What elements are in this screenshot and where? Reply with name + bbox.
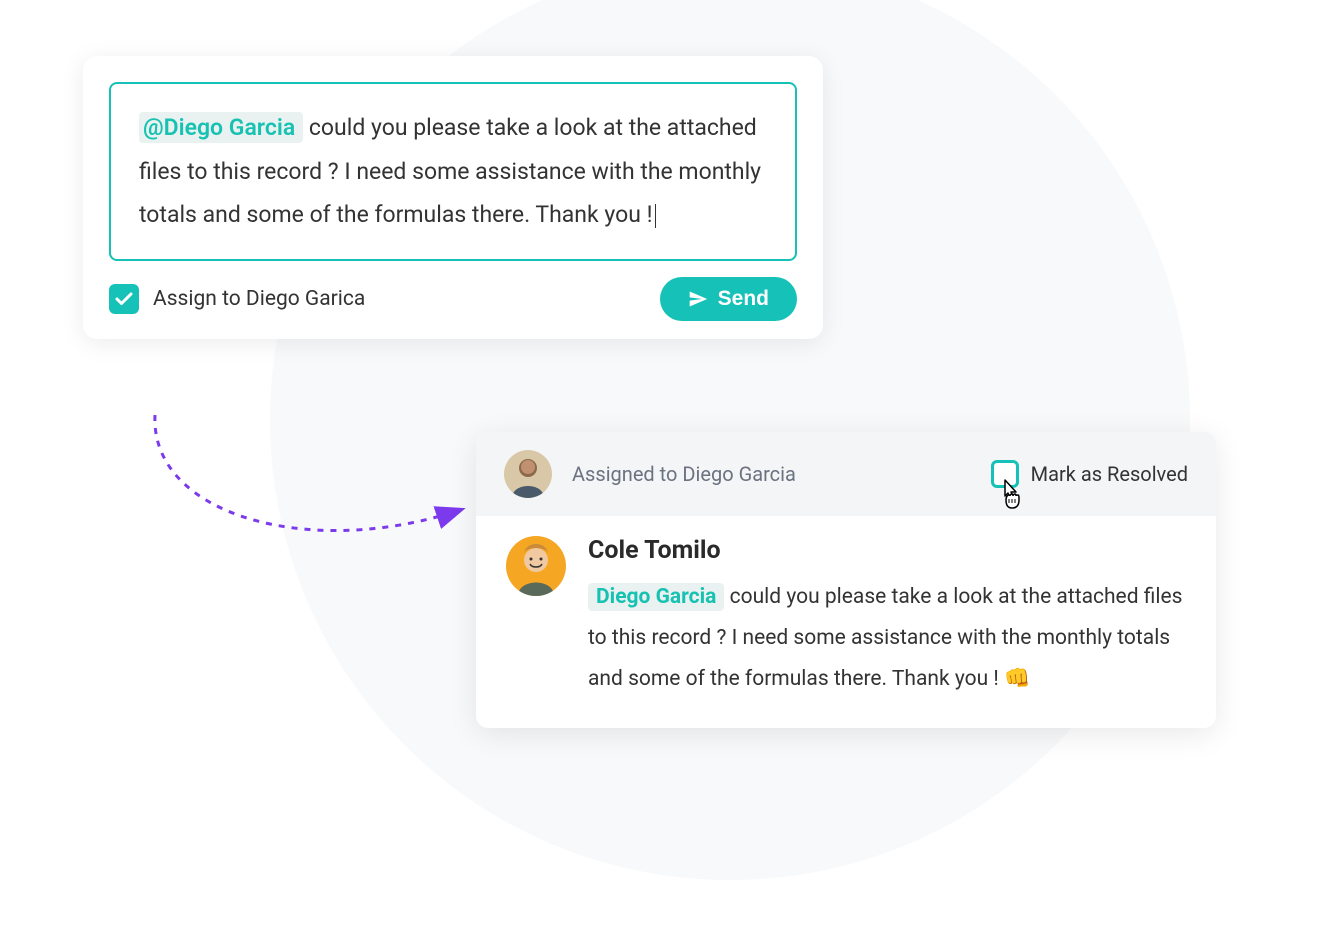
assign-checkbox[interactable]	[109, 284, 139, 314]
send-icon	[688, 289, 708, 309]
comment-content: Cole Tomilo Diego Garcia could you pleas…	[588, 536, 1186, 700]
author-avatar	[506, 536, 566, 596]
comment-body: Cole Tomilo Diego Garcia could you pleas…	[476, 516, 1216, 728]
assign-label: Assign to Diego Garica	[153, 287, 365, 311]
resolve-label: Mark as Resolved	[1031, 462, 1188, 486]
comment-header: Assigned to Diego Garcia Mark as Resolve…	[476, 432, 1216, 516]
check-icon	[115, 292, 133, 306]
compose-textarea[interactable]: @Diego Garcia could you please take a lo…	[109, 82, 797, 261]
flow-arrow	[130, 395, 490, 575]
cursor-pointer-icon	[997, 478, 1027, 516]
assigned-to-label: Assigned to Diego Garcia	[572, 462, 796, 486]
assign-checkbox-wrap[interactable]: Assign to Diego Garica	[109, 284, 365, 314]
assignee-avatar	[504, 450, 552, 498]
send-label: Send	[718, 287, 769, 311]
mention-chip[interactable]: @Diego Garcia	[139, 112, 303, 143]
author-name: Cole Tomilo	[588, 536, 1186, 565]
resolve-wrap[interactable]: Mark as Resolved	[991, 460, 1188, 488]
comment-mention[interactable]: Diego Garcia	[588, 583, 724, 611]
text-cursor	[655, 204, 656, 228]
compose-footer: Assign to Diego Garica Send	[109, 277, 797, 321]
send-button[interactable]: Send	[660, 277, 797, 321]
comment-card: Assigned to Diego Garcia Mark as Resolve…	[476, 432, 1216, 728]
compose-card: @Diego Garcia could you please take a lo…	[83, 56, 823, 339]
comment-text: Diego Garcia could you please take a loo…	[588, 577, 1186, 700]
